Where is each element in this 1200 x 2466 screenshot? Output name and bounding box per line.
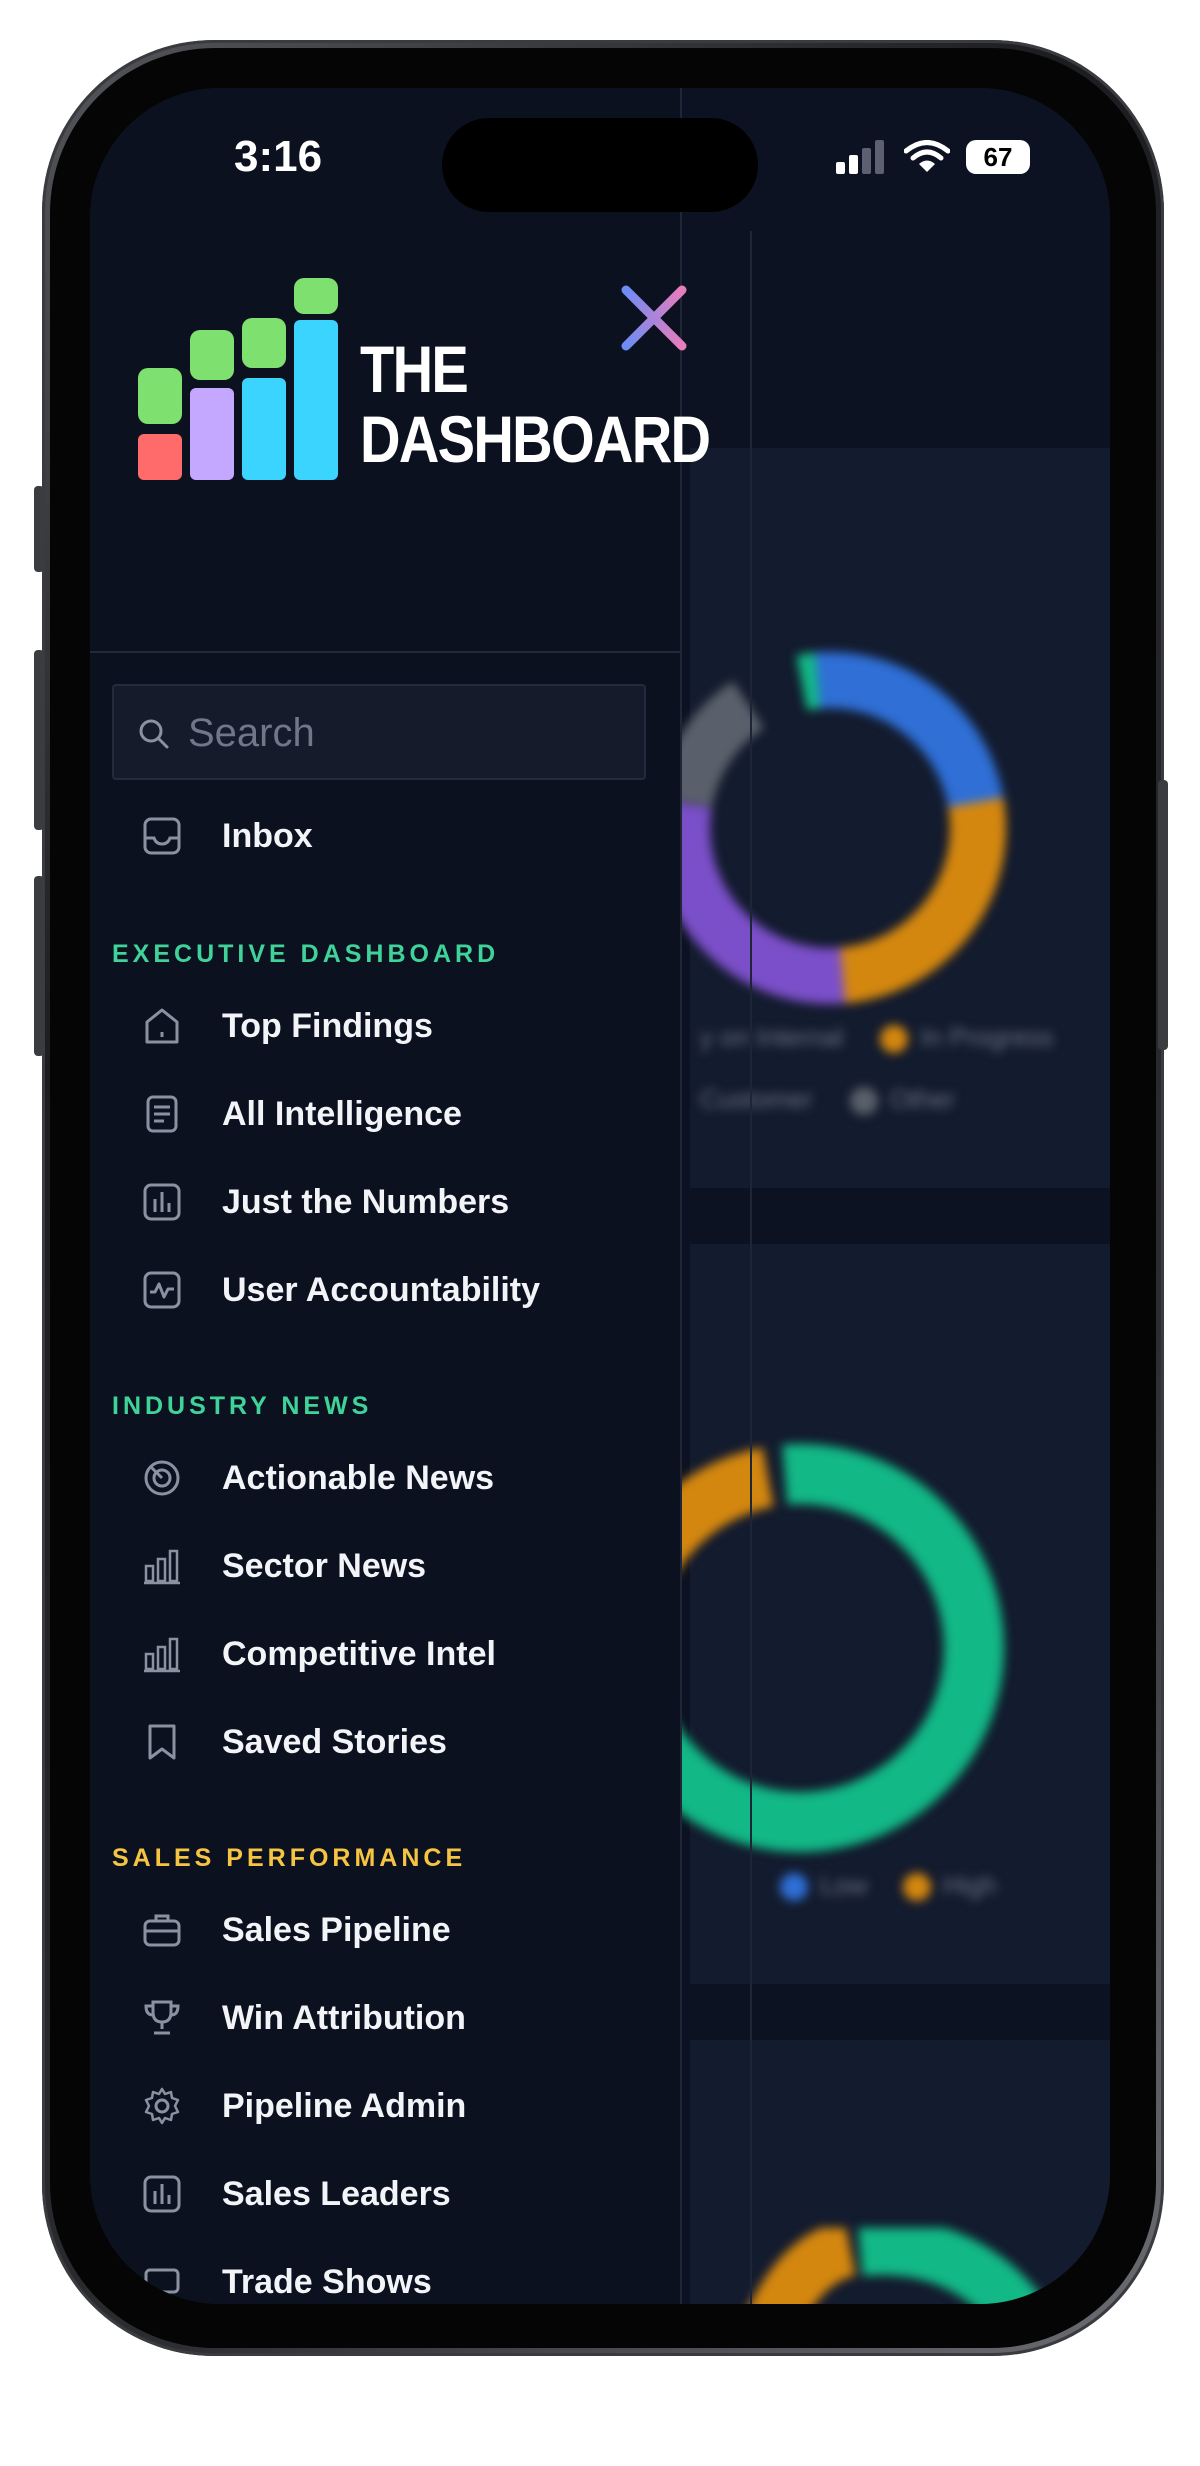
inbox-icon [126, 800, 198, 872]
nav-label: Saved Stories [222, 1722, 447, 1761]
nav-label: Top Findings [222, 1006, 433, 1045]
search-input[interactable] [186, 704, 630, 762]
volume-down-button [34, 876, 44, 1056]
drawer-divider [90, 651, 680, 653]
battery-indicator: 67 [966, 140, 1030, 174]
nav-label: Sales Pipeline [222, 1910, 451, 1949]
nav-item-win-attribution[interactable]: Win Attribution [112, 1982, 652, 2054]
background-legend-3: Low High [780, 1870, 996, 1902]
brand-logo: THE DASHBOARD [138, 278, 711, 493]
nav-label: Trade Shows [222, 2262, 432, 2301]
wifi-icon [904, 140, 950, 172]
section-heading-industry-news: INDUSTRY NEWS [112, 1392, 373, 1420]
brand-name: THE DASHBOARD [360, 332, 711, 476]
search-icon [139, 719, 169, 749]
nav-label: Sector News [222, 1546, 427, 1585]
cellular-signal-icon [836, 140, 884, 174]
bookmark-icon [126, 1706, 198, 1778]
section-heading-sales-performance: SALES PERFORMANCE [112, 1844, 467, 1872]
nav-item-user-accountability[interactable]: User Accountability [112, 1254, 652, 1326]
dynamic-island [442, 118, 758, 212]
nav-item-all-intelligence[interactable]: All Intelligence [112, 1078, 652, 1150]
document-icon [126, 1078, 198, 1150]
background-legend-1: y on Internal In Progress [700, 1022, 1054, 1054]
navigation-drawer: THE DASHBOARD Search Inbox EXECUTIVE DAS… [90, 88, 711, 2304]
bars-icon [126, 1618, 198, 1690]
status-icons: 67 [836, 140, 1030, 174]
nav-label: Pipeline Admin [222, 2086, 467, 2125]
nav-label: Actionable News [222, 1458, 495, 1497]
nav-item-saved-stories[interactable]: Saved Stories [112, 1706, 652, 1778]
power-button [1158, 780, 1168, 1050]
background-legend-2: Customer Other [700, 1084, 955, 1116]
radar-icon [126, 1442, 198, 1514]
nav-item-sales-leaders[interactable]: Sales Leaders [112, 2158, 652, 2230]
nav-item-top-findings[interactable]: Top Findings [112, 990, 652, 1062]
search-box[interactable] [112, 684, 646, 780]
nav-item-just-the-numbers[interactable]: Just the Numbers [112, 1166, 652, 1238]
trade-show-icon [126, 2246, 198, 2304]
background-divider [750, 231, 752, 2304]
briefcase-icon [126, 1894, 198, 1966]
nav-label: All Intelligence [222, 1094, 462, 1133]
trophy-icon [126, 1982, 198, 2054]
action-button [34, 486, 44, 572]
nav-item-pipeline-admin[interactable]: Pipeline Admin [112, 2070, 652, 2142]
nav-label: Win Attribution [222, 1998, 466, 2037]
status-time: 3:16 [234, 132, 323, 181]
nav-label: Competitive Intel [222, 1634, 496, 1673]
home-icon [126, 990, 198, 1062]
close-drawer-button[interactable] [618, 282, 690, 354]
section-heading-executive-dashboard: EXECUTIVE DASHBOARD [112, 940, 500, 968]
nav-item-sales-pipeline[interactable]: Sales Pipeline [112, 1894, 652, 1966]
nav-item-competitive-intel[interactable]: Competitive Intel [112, 1618, 652, 1690]
background-donut-chart-3 [750, 2228, 1048, 2304]
nav-item-trade-shows[interactable]: Trade Shows [112, 2246, 652, 2304]
nav-label: Sales Leaders [222, 2174, 451, 2213]
nav-label: User Accountability [222, 1270, 541, 1309]
nav-label: Just the Numbers [222, 1182, 510, 1221]
bar-chart-icon [126, 2158, 198, 2230]
bar-chart-icon [126, 1166, 198, 1238]
activity-icon [126, 1254, 198, 1326]
bars-icon [126, 1530, 198, 1602]
nav-item-inbox[interactable]: Inbox [112, 800, 652, 872]
gear-icon [126, 2070, 198, 2142]
close-icon [621, 285, 687, 351]
logo-bars-icon [138, 278, 338, 480]
phone-screen: y on Internal In Progress Customer Other… [90, 88, 1110, 2304]
nav-item-actionable-news[interactable]: Actionable News [112, 1442, 652, 1514]
nav-item-sector-news[interactable]: Sector News [112, 1530, 652, 1602]
volume-up-button [34, 650, 44, 830]
nav-label-inbox: Inbox [222, 816, 313, 855]
